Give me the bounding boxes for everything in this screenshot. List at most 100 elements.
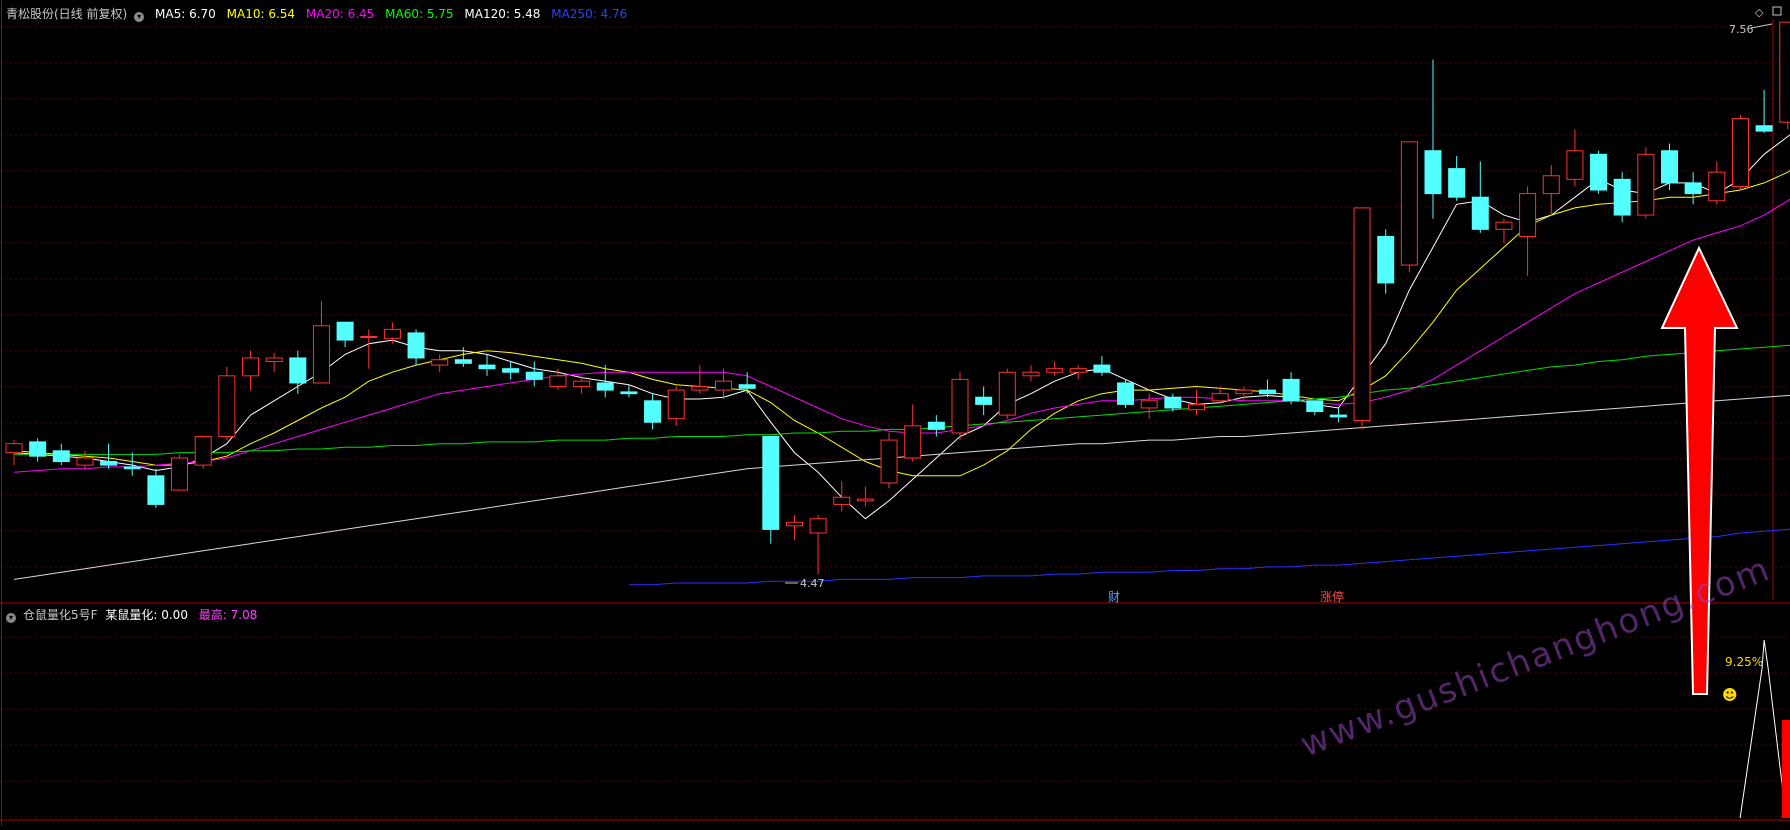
candle-body bbox=[1779, 21, 1790, 123]
ma250-label: MA250: 4.76 bbox=[551, 7, 628, 21]
candle bbox=[1495, 218, 1513, 244]
candlesticks bbox=[5, 21, 1790, 575]
candle bbox=[1282, 372, 1300, 405]
candle bbox=[1613, 172, 1631, 223]
grid-lines bbox=[0, 26, 1790, 818]
candle bbox=[1377, 229, 1395, 294]
candle-body bbox=[52, 450, 70, 463]
candle-body bbox=[691, 386, 709, 391]
candle-body bbox=[1258, 389, 1276, 395]
candle-body bbox=[880, 439, 898, 484]
candle-body bbox=[100, 461, 118, 466]
candle-body bbox=[927, 421, 945, 430]
candle-body bbox=[620, 391, 638, 395]
candle bbox=[525, 361, 543, 387]
candle bbox=[312, 300, 330, 384]
candle bbox=[1637, 147, 1655, 219]
candle bbox=[856, 486, 874, 507]
candle-body bbox=[1282, 378, 1300, 402]
smiley-icon: ☻ bbox=[1722, 686, 1738, 704]
candle-body bbox=[715, 380, 732, 391]
big-red-arrow bbox=[1660, 245, 1739, 695]
candle-body bbox=[809, 518, 827, 534]
ma10-label: MA10: 6.54 bbox=[226, 7, 296, 21]
candle-body bbox=[431, 359, 449, 366]
candle bbox=[407, 329, 425, 366]
candle bbox=[880, 432, 898, 489]
candle bbox=[1755, 90, 1773, 133]
candle bbox=[1684, 172, 1702, 205]
candle-body bbox=[289, 357, 307, 384]
candle bbox=[904, 404, 922, 462]
candle bbox=[1046, 361, 1064, 376]
candle-body bbox=[1731, 118, 1749, 187]
candle-body bbox=[29, 441, 47, 457]
candle-body bbox=[1140, 400, 1158, 409]
candle-body bbox=[1590, 153, 1608, 191]
candle-body bbox=[1400, 141, 1418, 266]
candle-body bbox=[549, 375, 567, 388]
candle-body bbox=[171, 457, 189, 491]
candle-body bbox=[738, 384, 756, 389]
candle bbox=[52, 443, 70, 466]
candle bbox=[1708, 161, 1726, 205]
top-right-square-icon bbox=[1772, 6, 1782, 16]
candle bbox=[1566, 129, 1584, 187]
candle-body bbox=[1211, 393, 1229, 402]
candle-body bbox=[1235, 389, 1253, 395]
cai-marker: 财 bbox=[1108, 590, 1120, 604]
candle bbox=[336, 321, 354, 348]
candle bbox=[1258, 379, 1276, 398]
candle bbox=[762, 436, 780, 544]
candle bbox=[975, 386, 993, 416]
settings-toggle-icon[interactable]: ▾ bbox=[134, 12, 145, 22]
candle bbox=[998, 368, 1016, 419]
candle bbox=[1353, 207, 1371, 430]
candle-body bbox=[1495, 221, 1513, 230]
indicator-title: 仓鼠量化5号F bbox=[23, 608, 98, 622]
candle bbox=[502, 361, 520, 380]
candle bbox=[1306, 400, 1324, 416]
ma60-label: MA60: 5.75 bbox=[385, 7, 454, 21]
indicator-toggle-icon[interactable]: ▾ bbox=[6, 613, 16, 623]
candle-body bbox=[1117, 382, 1135, 405]
candle-body bbox=[644, 400, 662, 423]
candle bbox=[785, 515, 803, 541]
candle-body bbox=[1329, 414, 1347, 418]
candle-body bbox=[478, 364, 496, 370]
candle bbox=[644, 393, 662, 430]
top-right-diamond-icon: ◇ bbox=[1755, 6, 1764, 19]
candle-body bbox=[1755, 125, 1773, 132]
candle-body bbox=[1471, 196, 1489, 230]
candle-body bbox=[312, 325, 330, 384]
candle-body bbox=[856, 498, 874, 502]
candle bbox=[1779, 21, 1790, 130]
candle bbox=[242, 350, 259, 391]
candle bbox=[100, 443, 118, 469]
sub-chart-header: ▾ 仓鼠量化5号F 某鼠量化: 0.00 最高: 7.08 bbox=[6, 606, 264, 623]
stock-title: 青松股份(日线 前复权) bbox=[6, 7, 128, 21]
candle-body bbox=[1424, 150, 1442, 195]
candle-body bbox=[218, 375, 236, 438]
candle-body bbox=[1684, 182, 1702, 195]
candle-body bbox=[5, 443, 23, 454]
candle bbox=[265, 352, 283, 373]
candle-body bbox=[833, 496, 851, 505]
chart-svg: 7.56 4.47 财 涨停 9.25% ☻ ◇ bbox=[0, 0, 1790, 826]
candle-body bbox=[76, 457, 94, 466]
candle-body bbox=[383, 328, 401, 339]
candle bbox=[5, 440, 23, 466]
candle-body bbox=[1637, 153, 1655, 216]
candle-body bbox=[407, 332, 425, 359]
candle bbox=[951, 372, 969, 441]
candle-body bbox=[1093, 364, 1111, 373]
candle bbox=[1661, 143, 1678, 191]
candle bbox=[1519, 186, 1537, 276]
zhangting-marker: 涨停 bbox=[1320, 589, 1344, 604]
moving-average-lines bbox=[13, 134, 1790, 586]
candle bbox=[1471, 161, 1489, 233]
candle-body bbox=[762, 436, 780, 530]
candle-body bbox=[667, 389, 685, 420]
candle bbox=[454, 347, 472, 367]
candle bbox=[1731, 115, 1749, 191]
